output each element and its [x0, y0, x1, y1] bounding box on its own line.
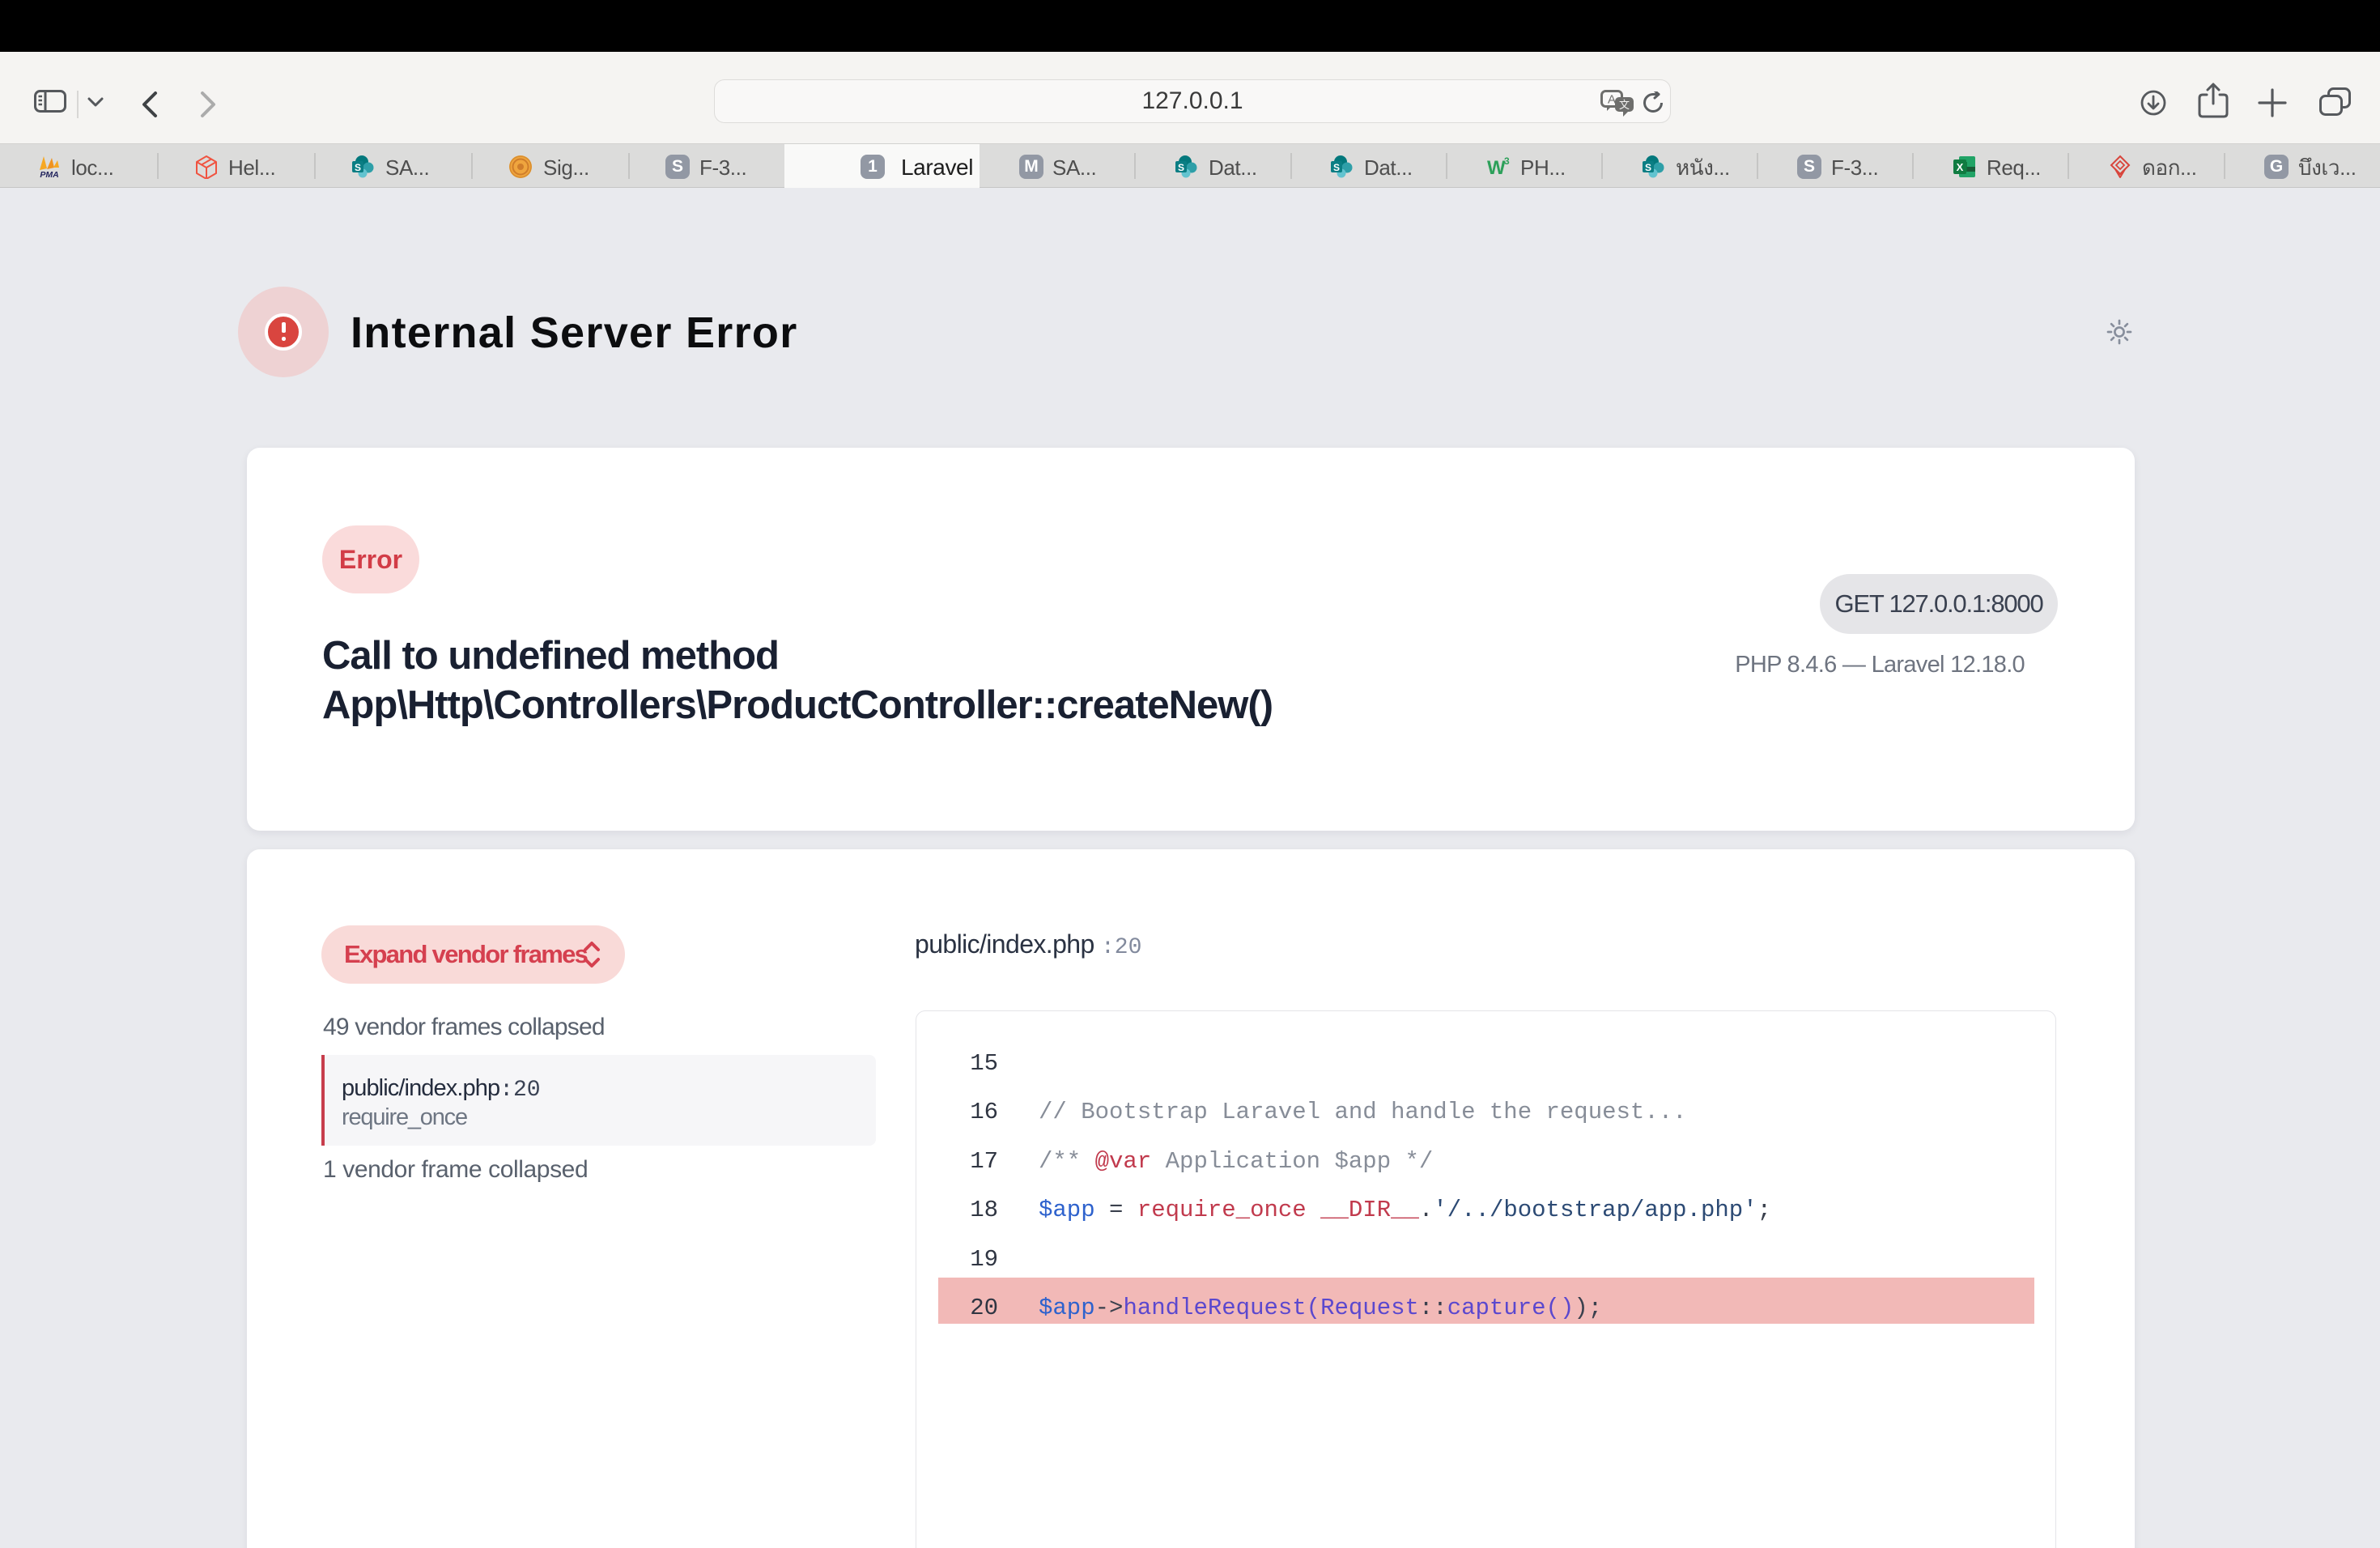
svg-text:S: S — [1333, 162, 1340, 173]
svg-text:X: X — [1957, 161, 1964, 173]
svg-text:W: W — [1487, 157, 1506, 179]
svg-text:文: 文 — [1619, 99, 1630, 111]
svg-text:A: A — [1608, 93, 1616, 107]
svg-text:S: S — [355, 162, 361, 173]
svg-text:S: S — [1645, 162, 1651, 173]
svg-text:S: S — [1178, 162, 1184, 173]
svg-text:3: 3 — [1504, 155, 1510, 167]
svg-text:PMA: PMA — [40, 170, 58, 179]
